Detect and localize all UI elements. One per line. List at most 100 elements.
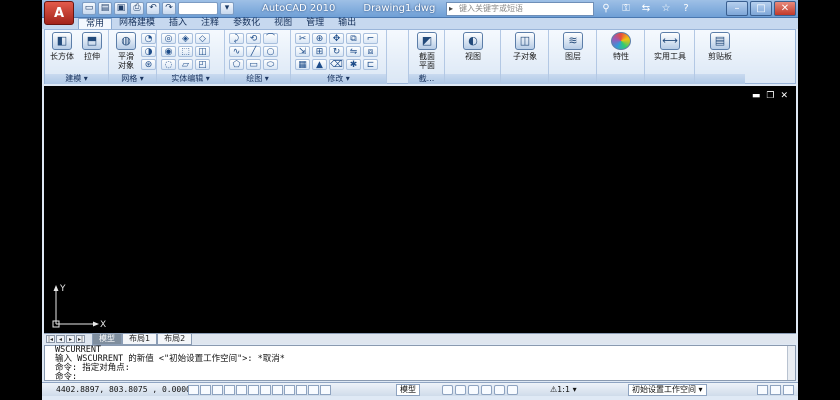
otrack-toggle[interactable] xyxy=(260,385,271,395)
clipboard-button[interactable]: ▤ 剪贴板 xyxy=(703,32,737,62)
binoculars-icon[interactable]: ⚲ xyxy=(598,2,614,16)
panel-title[interactable] xyxy=(445,74,500,84)
view-button[interactable]: ◐ 视图 xyxy=(456,32,490,62)
smooth-object-button[interactable]: ◍ 平滑 对象 xyxy=(109,32,143,70)
line-icon[interactable]: ╱ xyxy=(246,46,261,57)
polar-toggle[interactable] xyxy=(224,385,235,395)
mirror-icon[interactable]: ⇋ xyxy=(346,46,361,57)
hardware-acceleration-icon[interactable] xyxy=(770,385,781,395)
showmotion-icon[interactable] xyxy=(507,385,518,395)
stretch-icon[interactable]: ⇲ xyxy=(295,46,310,57)
join-icon[interactable]: ⊏ xyxy=(363,59,378,70)
undo-icon[interactable]: ↶ xyxy=(146,2,160,15)
subtract-icon[interactable]: ◈ xyxy=(178,33,193,44)
extrude-button[interactable]: ⬒ 拉伸 xyxy=(75,32,109,62)
steering-wheel-icon[interactable] xyxy=(494,385,505,395)
polygon-icon[interactable]: ⬠ xyxy=(229,59,244,70)
lineweight-toggle[interactable] xyxy=(296,385,307,395)
chevron-down-icon[interactable]: ▾ xyxy=(220,2,234,15)
box-button[interactable]: ◧ 长方体 xyxy=(45,32,79,62)
print-icon[interactable]: ⎙ xyxy=(130,2,144,15)
selection-cycling-toggle[interactable] xyxy=(320,385,331,395)
helix-icon[interactable]: ⟲ xyxy=(246,33,261,44)
ducs-toggle[interactable] xyxy=(272,385,283,395)
tab-layout1[interactable]: 布局1 xyxy=(122,334,158,345)
mesh-up-icon[interactable]: ◔ xyxy=(141,33,156,44)
extrude-faces-icon[interactable]: ⬚ xyxy=(178,46,193,57)
clean-icon[interactable]: ◰ xyxy=(195,59,210,70)
snap-toggle[interactable] xyxy=(188,385,199,395)
properties-button[interactable]: 特性 xyxy=(604,32,638,62)
open-icon[interactable]: ▤ xyxy=(98,2,112,15)
scale-icon[interactable]: ⊞ xyxy=(312,46,327,57)
dyn-toggle[interactable] xyxy=(284,385,295,395)
save-icon[interactable]: ▣ xyxy=(114,2,128,15)
maximize-button[interactable]: □ xyxy=(750,1,772,16)
copy-icon[interactable]: ⧉ xyxy=(346,33,361,44)
close-button[interactable]: ✕ xyxy=(774,1,796,16)
3d-rotate-icon[interactable]: ⊕ xyxy=(312,33,327,44)
panel-title[interactable] xyxy=(645,74,694,84)
grid-toggle[interactable] xyxy=(200,385,211,395)
polyline-icon[interactable]: ⤸ xyxy=(229,33,244,44)
array-icon[interactable]: ▦ xyxy=(295,59,310,70)
offset-icon[interactable]: ⧈ xyxy=(363,46,378,57)
intersect-icon[interactable]: ◇ xyxy=(195,33,210,44)
align-icon[interactable]: ▲ xyxy=(312,59,327,70)
viewport-close-icon[interactable]: ✕ xyxy=(780,91,788,101)
first-tab-icon[interactable]: |◂ xyxy=(46,335,55,343)
quick-view-icon[interactable] xyxy=(455,385,466,395)
viewport-restore-icon[interactable]: ❐ xyxy=(766,91,774,101)
panel-title[interactable]: 网格 ▾ xyxy=(109,74,156,84)
application-menu-button[interactable]: A xyxy=(44,1,74,25)
clean-screen-icon[interactable] xyxy=(783,385,794,395)
panel-title[interactable]: 绘图 ▾ xyxy=(225,74,290,84)
model-space-button[interactable]: 模型 xyxy=(396,384,420,396)
new-icon[interactable]: ▭ xyxy=(82,2,96,15)
panel-title[interactable]: 实体编辑 ▾ xyxy=(157,74,224,84)
previous-tab-icon[interactable]: ◂ xyxy=(56,335,65,343)
coordinate-readout[interactable]: 4402.8897, 803.8075 , 0.0000 xyxy=(56,385,191,394)
lock-icon[interactable] xyxy=(757,385,768,395)
minimize-button[interactable]: – xyxy=(726,1,748,16)
command-prompt[interactable]: 命令: xyxy=(45,373,795,382)
trim-icon[interactable]: ✂ xyxy=(295,33,310,44)
refine-icon[interactable]: ⊛ xyxy=(141,59,156,70)
panel-title[interactable]: 修改 ▾ xyxy=(291,74,386,84)
annotation-scale[interactable]: ⚠1:1 ▾ xyxy=(550,384,577,395)
workspace-switch[interactable]: 初始设置工作空间 ▾ xyxy=(628,384,707,396)
panel-title[interactable]: 截... xyxy=(409,74,444,84)
circle-icon[interactable]: ○ xyxy=(263,46,278,57)
last-tab-icon[interactable]: ▸| xyxy=(76,335,85,343)
imprint-icon[interactable]: ▱ xyxy=(178,59,193,70)
redo-icon[interactable]: ↷ xyxy=(162,2,176,15)
mesh-down-icon[interactable]: ◑ xyxy=(141,46,156,57)
panel-title[interactable] xyxy=(597,74,644,84)
extract-edges-icon[interactable]: ◉ xyxy=(161,46,176,57)
3d-osnap-toggle[interactable] xyxy=(248,385,259,395)
separate-icon[interactable]: ◫ xyxy=(195,46,210,57)
subobject-button[interactable]: ◫ 子对象 xyxy=(508,32,542,62)
layout-icon[interactable] xyxy=(442,385,453,395)
panel-title[interactable]: 建模 ▾ xyxy=(45,74,108,84)
arc-icon[interactable]: ⌒ xyxy=(263,33,278,44)
layers-button[interactable]: ≋ 图层 xyxy=(556,32,590,62)
tab-layout2[interactable]: 布局2 xyxy=(157,334,193,345)
union-icon[interactable]: ◎ xyxy=(161,33,176,44)
command-scrollbar[interactable] xyxy=(787,346,795,380)
key-icon[interactable]: ⚿ xyxy=(618,2,634,16)
rectangle-icon[interactable]: ▭ xyxy=(246,59,261,70)
shell-icon[interactable]: ◌ xyxy=(161,59,176,70)
utilities-button[interactable]: ⟷ 实用工具 xyxy=(653,32,687,62)
zoom-icon[interactable] xyxy=(481,385,492,395)
ellipse-icon[interactable]: ⬭ xyxy=(263,59,278,70)
command-line[interactable]: WSCURRENT 输入 WSCURRENT 的新值 <"初始设置工作空间">:… xyxy=(44,345,796,382)
ortho-toggle[interactable] xyxy=(212,385,223,395)
exchange-icon[interactable]: ⇆ xyxy=(638,2,654,16)
help-icon[interactable]: ? xyxy=(678,2,694,16)
osnap-toggle[interactable] xyxy=(236,385,247,395)
panel-title[interactable] xyxy=(501,74,548,84)
star-icon[interactable]: ☆ xyxy=(658,2,674,16)
tab-model[interactable]: 模型 xyxy=(92,334,122,345)
fillet-icon[interactable]: ⌐ xyxy=(363,33,378,44)
